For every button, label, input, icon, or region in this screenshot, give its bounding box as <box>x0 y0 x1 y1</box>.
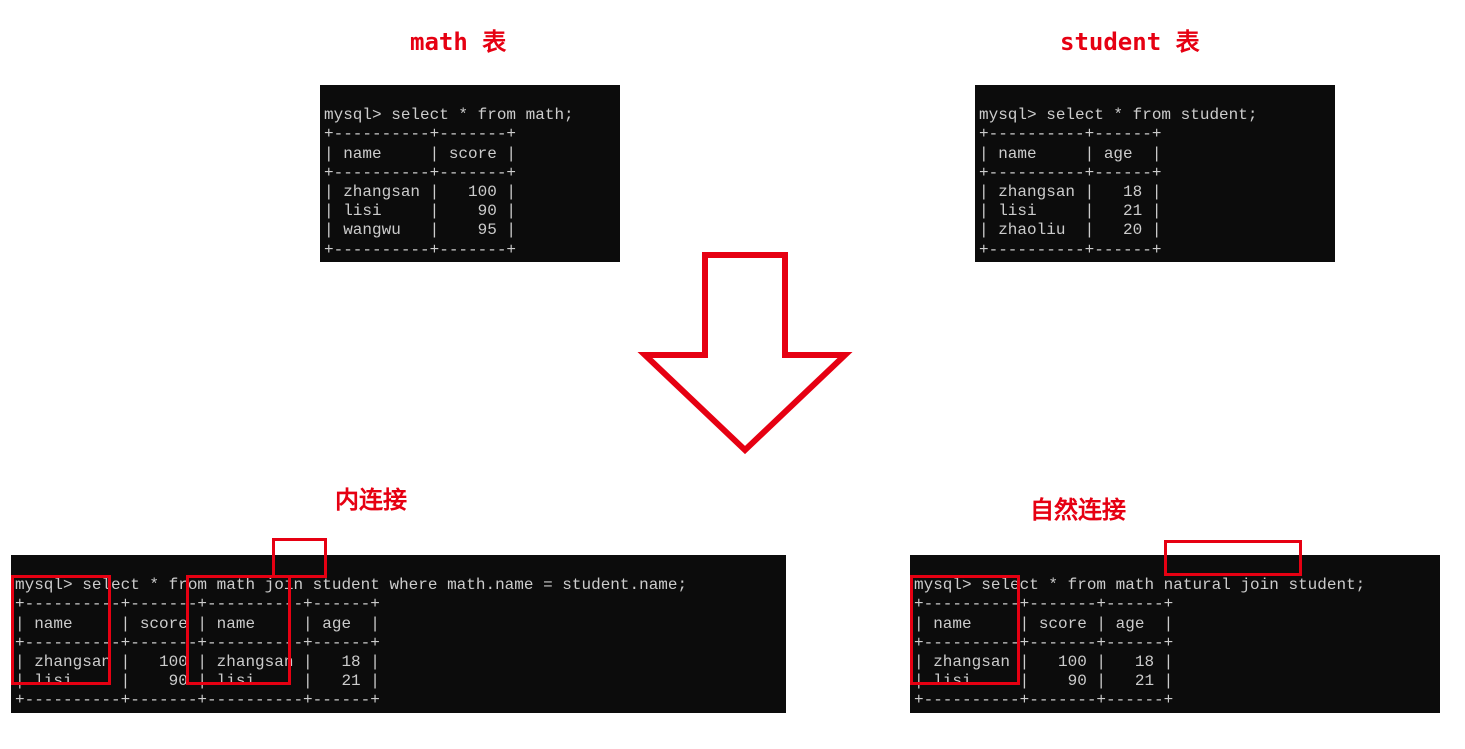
inner-sep-top: +----------+-------+----------+------+ <box>15 595 380 613</box>
student-sep-mid: +----------+------+ <box>979 164 1161 182</box>
student-sep-top: +----------+------+ <box>979 125 1161 143</box>
inner-join-terminal: mysql> select * from math join student w… <box>11 555 786 713</box>
student-terminal: mysql> select * from student; +---------… <box>975 85 1335 262</box>
natural-sep-mid: +----------+-------+------+ <box>914 634 1173 652</box>
student-row: | zhaoliu | 20 | <box>979 221 1161 239</box>
student-title: student 表 <box>1060 22 1200 57</box>
natural-join-terminal: mysql> select * from math natural join s… <box>910 555 1440 713</box>
math-sep-bot: +----------+-------+ <box>324 241 516 259</box>
student-sep-bot: +----------+------+ <box>979 241 1161 259</box>
math-title: math 表 <box>410 22 506 57</box>
math-row: | lisi | 90 | <box>324 202 516 220</box>
student-row: | zhangsan | 18 | <box>979 183 1161 201</box>
student-header: | name | age | <box>979 145 1161 163</box>
inner-join-title: 内连接 <box>335 480 407 515</box>
natural-sep-bot: +----------+-------+------+ <box>914 691 1173 709</box>
natural-row: | zhangsan | 100 | 18 | <box>914 653 1173 671</box>
inner-row: | zhangsan | 100 | zhangsan | 18 | <box>15 653 380 671</box>
natural-join-title: 自然连接 <box>1030 490 1126 525</box>
natural-query: mysql> select * from math natural join s… <box>914 576 1365 594</box>
inner-sep-bot: +----------+-------+----------+------+ <box>15 691 380 709</box>
natural-sep-top: +----------+-------+------+ <box>914 595 1173 613</box>
math-sep-mid: +----------+-------+ <box>324 164 516 182</box>
math-header: | name | score | <box>324 145 516 163</box>
student-row: | lisi | 21 | <box>979 202 1161 220</box>
math-row: | zhangsan | 100 | <box>324 183 516 201</box>
inner-row: | lisi | 90 | lisi | 21 | <box>15 672 380 690</box>
down-arrow-icon <box>630 235 860 465</box>
natural-header: | name | score | age | <box>914 615 1173 633</box>
inner-query: mysql> select * from math join student w… <box>15 576 687 594</box>
inner-sep-mid: +----------+-------+----------+------+ <box>15 634 380 652</box>
natural-row: | lisi | 90 | 21 | <box>914 672 1173 690</box>
math-query: mysql> select * from math; <box>324 106 574 124</box>
math-terminal: mysql> select * from math; +----------+-… <box>320 85 620 262</box>
student-query: mysql> select * from student; <box>979 106 1257 124</box>
math-sep-top: +----------+-------+ <box>324 125 516 143</box>
inner-header: | name | score | name | age | <box>15 615 380 633</box>
math-row: | wangwu | 95 | <box>324 221 516 239</box>
